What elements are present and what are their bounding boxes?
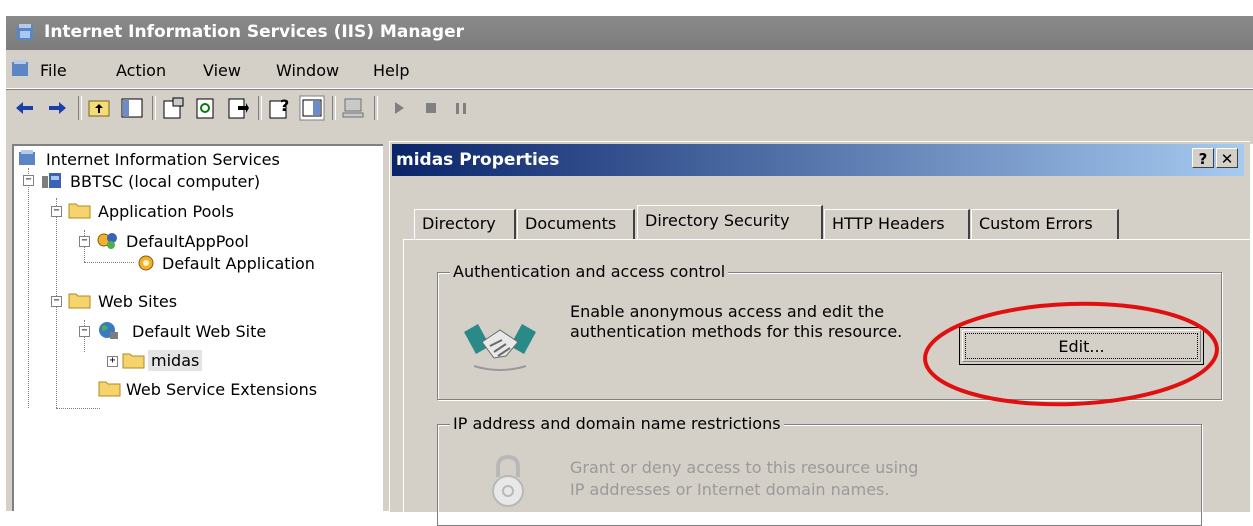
folder-icon bbox=[68, 293, 91, 309]
tab-directory[interactable]: Directory bbox=[414, 209, 516, 239]
iis-menu-icon[interactable] bbox=[9, 58, 31, 80]
folder-icon bbox=[98, 381, 121, 397]
folder-icon bbox=[68, 203, 91, 219]
auth-group-label: Authentication and access control bbox=[450, 262, 729, 281]
ip-group-label: IP address and domain name restrictions bbox=[450, 414, 784, 433]
iis-icon bbox=[17, 24, 33, 40]
help-button[interactable]: ? bbox=[1192, 148, 1214, 168]
properties-icon[interactable] bbox=[160, 95, 186, 121]
refresh-icon[interactable] bbox=[192, 95, 218, 121]
folder-icon bbox=[122, 353, 145, 369]
edit-button-label: Edit... bbox=[1058, 337, 1105, 356]
tree-item-web-sites[interactable]: Web Sites bbox=[98, 292, 177, 311]
menu-help[interactable]: Help bbox=[373, 61, 409, 80]
menu-view[interactable]: View bbox=[203, 61, 241, 80]
iis-root-icon bbox=[19, 150, 35, 165]
ip-description-line2: IP addresses or Internet domain names. bbox=[570, 480, 890, 499]
tree-line bbox=[28, 168, 29, 408]
tree-pane: Internet Information Services − BBTSC (l… bbox=[12, 144, 383, 511]
auth-description-line2: authentication methods for this resource… bbox=[570, 322, 903, 341]
toolbar-separator bbox=[374, 96, 378, 120]
menu-file[interactable]: File bbox=[40, 61, 67, 80]
tree-item-default-app-pool[interactable]: DefaultAppPool bbox=[126, 232, 249, 251]
play-icon[interactable] bbox=[386, 95, 412, 121]
server-icon bbox=[42, 173, 61, 188]
svg-text:?: ? bbox=[280, 96, 289, 115]
toolbar: ? bbox=[6, 89, 1253, 126]
window-title: Internet Information Services (IIS) Mana… bbox=[44, 22, 464, 42]
app-pool-icon bbox=[97, 233, 117, 249]
tree-line bbox=[56, 408, 100, 409]
tree-item-root[interactable]: Internet Information Services bbox=[46, 150, 280, 169]
window-titlebar: Internet Information Services (IIS) Mana… bbox=[6, 16, 1253, 50]
tree-line bbox=[84, 262, 134, 263]
tree-item-web-service-extensions[interactable]: Web Service Extensions bbox=[126, 380, 317, 399]
edit-button[interactable]: Edit... bbox=[959, 327, 1204, 365]
up-folder-icon[interactable] bbox=[86, 95, 112, 121]
dialog-title: midas Properties bbox=[396, 150, 560, 170]
menu-action[interactable]: Action bbox=[116, 61, 166, 80]
toolbar-separator bbox=[152, 96, 156, 120]
toolbar-separator bbox=[332, 96, 336, 120]
toolbar-separator bbox=[78, 96, 82, 120]
lock-icon bbox=[492, 454, 524, 507]
handshake-icon bbox=[464, 324, 536, 371]
expand-icon[interactable]: + bbox=[107, 356, 118, 367]
tab-custom-errors[interactable]: Custom Errors bbox=[971, 209, 1119, 239]
show-hide-action-pane-icon[interactable] bbox=[299, 95, 325, 121]
computer-icon[interactable] bbox=[340, 95, 366, 121]
tree-item-default-web-site[interactable]: Default Web Site bbox=[132, 322, 266, 341]
stop-icon[interactable] bbox=[418, 95, 444, 121]
auth-description-line1: Enable anonymous access and edit the bbox=[570, 302, 885, 321]
collapse-icon[interactable]: − bbox=[79, 326, 90, 337]
collapse-icon[interactable]: − bbox=[79, 236, 90, 247]
help-icon[interactable]: ? bbox=[266, 95, 292, 121]
tab-directory-security[interactable]: Directory Security bbox=[637, 205, 823, 239]
tree-item-default-application[interactable]: Default Application bbox=[162, 254, 315, 273]
tree-item-app-pools[interactable]: Application Pools bbox=[98, 202, 234, 221]
globe-icon bbox=[99, 322, 118, 339]
collapse-icon[interactable]: − bbox=[51, 296, 62, 307]
document-caption bbox=[0, 0, 1253, 16]
tree-item-computer[interactable]: BBTSC (local computer) bbox=[70, 172, 260, 191]
dialog-titlebar: midas Properties ? ✕ bbox=[392, 144, 1244, 176]
menu-window[interactable]: Window bbox=[276, 61, 339, 80]
toolbar-separator bbox=[258, 96, 262, 120]
close-button[interactable]: ✕ bbox=[1216, 148, 1238, 168]
pause-icon[interactable] bbox=[448, 95, 474, 121]
tab-documents[interactable]: Documents bbox=[517, 209, 635, 239]
tab-http-headers[interactable]: HTTP Headers bbox=[824, 209, 970, 239]
collapse-icon[interactable]: − bbox=[51, 206, 62, 217]
export-list-icon[interactable] bbox=[224, 95, 250, 121]
menu-bar: File Action View Window Help bbox=[6, 52, 1253, 89]
collapse-icon[interactable]: − bbox=[23, 175, 34, 186]
show-hide-tree-icon[interactable] bbox=[119, 95, 145, 121]
ip-description-line1: Grant or deny access to this resource us… bbox=[570, 458, 919, 477]
tree-item-midas[interactable]: midas bbox=[148, 350, 203, 371]
forward-icon[interactable] bbox=[44, 95, 70, 121]
application-icon bbox=[138, 255, 154, 271]
back-icon[interactable] bbox=[12, 95, 38, 121]
